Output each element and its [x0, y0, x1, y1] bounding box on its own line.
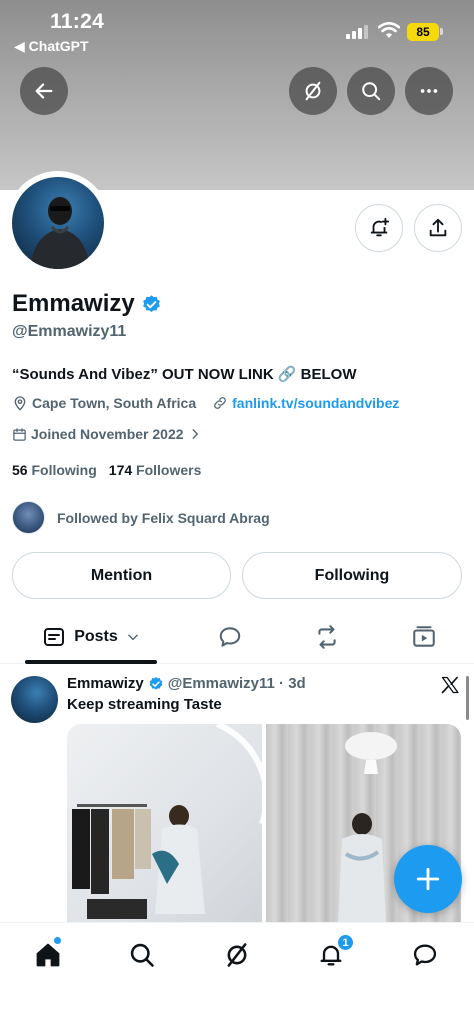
scroll-indicator[interactable]	[466, 676, 469, 720]
back-to-app-link[interactable]: ◀ ChatGPT	[14, 38, 89, 55]
search-icon	[362, 82, 381, 101]
x-logo-icon[interactable]	[440, 675, 460, 695]
following-button[interactable]: Following	[242, 552, 462, 599]
calendar-icon	[13, 427, 26, 441]
notification-subscribe-button[interactable]	[355, 204, 403, 252]
search-button[interactable]	[347, 67, 395, 115]
repost-icon	[318, 625, 336, 649]
follower-avatar	[12, 501, 45, 534]
grok-icon	[227, 943, 247, 967]
following-count: 56	[12, 462, 28, 478]
chevron-right-icon	[192, 429, 198, 439]
tab-posts-label: Posts	[74, 628, 118, 645]
verified-badge-icon[interactable]	[141, 294, 162, 315]
post-image-1[interactable]	[67, 724, 262, 929]
reply-bubble-icon	[219, 627, 241, 647]
home-unread-dot	[54, 937, 61, 944]
following-label: Following	[31, 462, 97, 478]
website-item[interactable]: fanlink.tv/soundandvibez	[212, 395, 399, 411]
grok-icon	[305, 81, 321, 101]
post-handle-time: @Emmawizy11 · 3d	[167, 675, 306, 692]
joined-date-text: Joined November 2022	[31, 426, 184, 442]
display-name-row: Emmawizy	[12, 290, 162, 318]
display-name: Emmawizy	[12, 290, 135, 317]
battery-indicator: 85	[407, 23, 439, 41]
followers-count: 174	[108, 462, 133, 478]
back-button[interactable]	[20, 67, 68, 115]
nav-home[interactable]	[28, 935, 68, 975]
cellular-signal-icon	[346, 25, 368, 39]
share-profile-button[interactable]	[414, 204, 462, 252]
profile-bio: “Sounds And Vibez” OUT NOW LINK 🔗 BELOW	[12, 366, 357, 383]
compose-post-button[interactable]	[394, 845, 462, 913]
status-time: 11:24	[50, 10, 105, 33]
bottom-navigation: 1	[0, 922, 474, 1024]
battery-tip	[440, 28, 443, 35]
tab-media[interactable]	[400, 610, 448, 664]
nav-messages[interactable]	[405, 935, 445, 975]
more-icon	[420, 89, 438, 93]
post-header: Emmawizy @Emmawizy11 · 3d	[67, 675, 306, 692]
notification-add-icon	[370, 217, 390, 237]
post-author-name[interactable]: Emmawizy	[67, 675, 144, 692]
post-image-1-content	[72, 724, 262, 919]
followers-stat[interactable]: 174 Followers	[109, 462, 202, 478]
nav-search[interactable]	[122, 935, 162, 975]
location-icon	[14, 396, 26, 411]
location-item: Cape Town, South Africa	[12, 395, 196, 411]
follow-stats: 56 Following 174 Followers	[12, 462, 201, 478]
media-icon	[413, 626, 435, 647]
status-bar: 11:24 ◀ ChatGPT 85	[0, 0, 474, 56]
tab-reposts[interactable]	[303, 610, 351, 664]
more-options-button[interactable]	[405, 67, 453, 115]
wifi-icon	[378, 22, 400, 38]
following-stat[interactable]: 56 Following	[12, 462, 97, 478]
mention-button[interactable]: Mention	[12, 552, 231, 599]
profile-avatar[interactable]	[12, 177, 104, 269]
home-icon	[36, 943, 60, 967]
website-link[interactable]: fanlink.tv/soundandvibez	[232, 395, 399, 411]
plus-icon	[416, 867, 440, 891]
nav-grok[interactable]	[217, 935, 257, 975]
tab-replies[interactable]	[206, 610, 254, 664]
avatar-portrait	[30, 197, 90, 269]
post-author-avatar[interactable]	[11, 676, 58, 723]
followed-by-text: Followed by Felix Squard Abrag	[57, 509, 270, 526]
messages-icon	[413, 944, 437, 966]
followed-by-row[interactable]: Followed by Felix Squard Abrag	[12, 501, 270, 534]
nav-notifications[interactable]: 1	[311, 933, 355, 975]
search-icon	[130, 943, 154, 967]
verified-badge-icon	[149, 676, 163, 690]
tab-posts[interactable]: Posts	[25, 610, 157, 664]
profile-handle: @Emmawizy11	[12, 323, 127, 340]
location-text: Cape Town, South Africa	[32, 395, 197, 411]
profile-meta: Cape Town, South Africa fanlink.tv/sound…	[12, 395, 415, 411]
back-arrow-icon	[35, 83, 53, 99]
share-icon	[429, 218, 447, 237]
joined-date-row[interactable]: Joined November 2022	[12, 426, 202, 442]
posts-tab-icon	[44, 628, 65, 646]
grok-button[interactable]	[289, 67, 337, 115]
followers-label: Followers	[136, 462, 202, 478]
chevron-down-icon	[127, 634, 138, 641]
notification-badge: 1	[336, 933, 355, 952]
link-icon	[214, 397, 227, 409]
profile-tabs: Posts	[0, 610, 474, 664]
post-text: Keep streaming Taste	[67, 696, 222, 713]
